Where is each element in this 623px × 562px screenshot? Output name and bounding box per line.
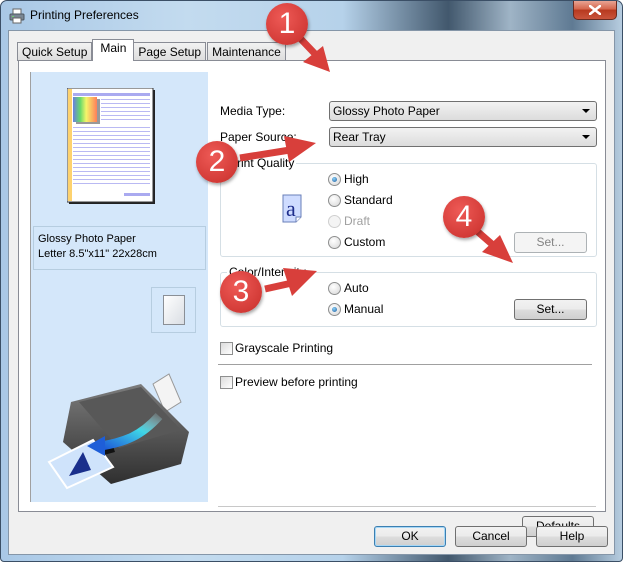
annotation-badge-3: 3 — [220, 271, 262, 313]
annotation-badge-1: 1 — [266, 3, 308, 45]
annotation-arrow-3 — [264, 268, 317, 296]
annotation-badge-4: 4 — [443, 196, 485, 238]
annotation-arrow-1 — [294, 32, 330, 72]
annotation-arrow-2 — [239, 136, 316, 162]
annotation-badge-2: 2 — [196, 141, 238, 183]
annotation-arrows — [239, 32, 513, 296]
